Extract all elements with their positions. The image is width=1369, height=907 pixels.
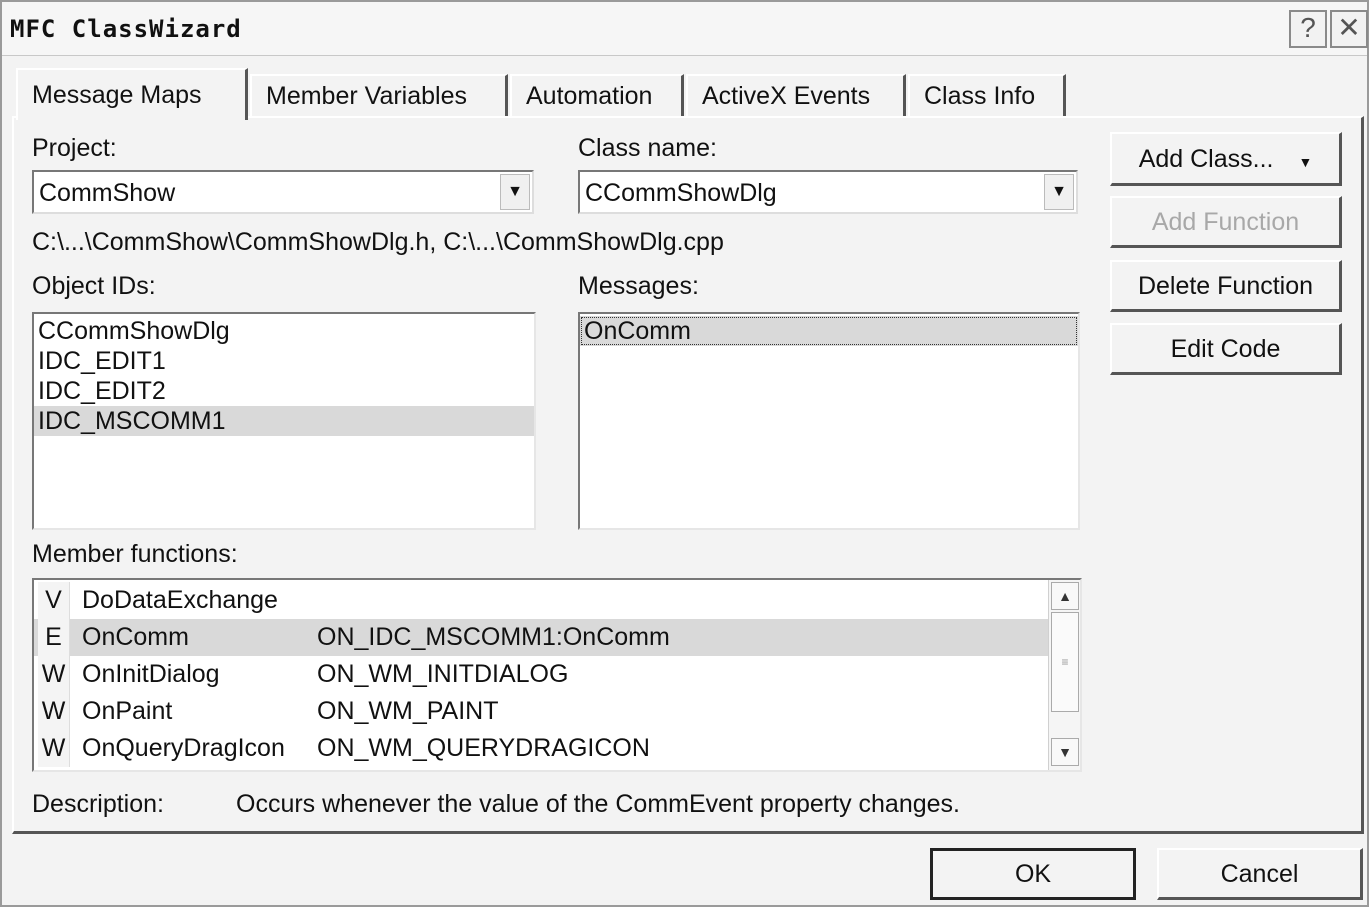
tab-label: Message Maps: [32, 81, 202, 109]
messages-label: Messages:: [578, 272, 699, 300]
table-row-selected[interactable]: E OnComm ON_IDC_MSCOMM1:OnComm: [34, 619, 1048, 656]
add-function-label: Add Function: [1151, 208, 1300, 236]
scroll-thumb[interactable]: ≡: [1051, 612, 1079, 712]
function-type: E: [38, 619, 70, 656]
window-title: MFC ClassWizard: [10, 15, 242, 43]
close-icon: ✕: [1337, 12, 1361, 43]
tab-class-info[interactable]: Class Info: [908, 74, 1066, 118]
dropdown-arrow-icon: ▼: [1298, 154, 1313, 170]
function-type: V: [38, 582, 70, 619]
add-class-label: Add Class...: [1138, 145, 1274, 173]
help-button[interactable]: ?: [1289, 10, 1327, 48]
function-name: OnQueryDragIcon: [82, 734, 285, 762]
tab-label: Class Info: [924, 82, 1036, 110]
table-row[interactable]: V DoDataExchange: [34, 582, 1048, 619]
tab-label: Member Variables: [266, 82, 468, 110]
table-row[interactable]: W OnPaint ON_WM_PAINT: [34, 693, 1048, 730]
add-class-button[interactable]: Add Class... ▼: [1110, 132, 1342, 186]
cancel-button[interactable]: Cancel: [1157, 848, 1363, 900]
function-name: DoDataExchange: [82, 586, 278, 614]
function-map: ON_WM_INITDIALOG: [317, 660, 569, 688]
member-functions-label: Member functions:: [32, 540, 238, 568]
project-label: Project:: [32, 134, 117, 162]
title-bar: MFC ClassWizard ? ✕: [2, 2, 1368, 56]
table-row[interactable]: W OnQueryDragIcon ON_WM_QUERYDRAGICON: [34, 730, 1048, 767]
function-map: ON_IDC_MSCOMM1:OnComm: [317, 623, 670, 651]
list-item-selected[interactable]: IDC_MSCOMM1: [34, 406, 534, 436]
edit-code-button[interactable]: Edit Code: [1110, 323, 1342, 375]
chevron-down-icon[interactable]: ▼: [1044, 174, 1074, 210]
tab-member-variables[interactable]: Member Variables: [250, 74, 508, 118]
description-label: Description:: [32, 790, 164, 818]
description-text: Occurs whenever the value of the CommEve…: [236, 790, 960, 818]
function-map: ON_WM_QUERYDRAGICON: [317, 734, 650, 762]
tab-message-maps[interactable]: Message Maps: [16, 68, 248, 120]
class-name-combo[interactable]: CCommShowDlg ▼: [578, 170, 1078, 214]
function-name: OnInitDialog: [82, 660, 220, 688]
chevron-down-icon[interactable]: ▼: [500, 174, 530, 210]
tab-automation[interactable]: Automation: [510, 74, 684, 118]
list-item[interactable]: CCommShowDlg: [34, 316, 534, 346]
function-name: OnComm: [82, 623, 189, 651]
file-path: C:\...\CommShow\CommShowDlg.h, C:\...\Co…: [32, 228, 724, 256]
function-type: W: [38, 730, 70, 767]
list-item[interactable]: IDC_EDIT2: [34, 376, 534, 406]
table-row[interactable]: W OnInitDialog ON_WM_INITDIALOG: [34, 656, 1048, 693]
cancel-label: Cancel: [1220, 860, 1299, 888]
class-name-value: CCommShowDlg: [585, 179, 777, 207]
ok-label: OK: [1014, 860, 1052, 888]
close-button[interactable]: ✕: [1330, 10, 1368, 48]
chevron-up-icon: ▲: [1058, 588, 1072, 604]
project-value: CommShow: [39, 179, 176, 207]
project-combo[interactable]: CommShow ▼: [32, 170, 534, 214]
question-mark-icon: ?: [1300, 12, 1316, 43]
vertical-scrollbar[interactable]: ▲ ≡ ▼: [1048, 580, 1080, 770]
ok-button[interactable]: OK: [930, 848, 1136, 900]
object-ids-list[interactable]: CCommShowDlg IDC_EDIT1 IDC_EDIT2 IDC_MSC…: [32, 312, 536, 530]
messages-list[interactable]: OnComm: [578, 312, 1080, 530]
tab-activex-events[interactable]: ActiveX Events: [686, 74, 906, 118]
function-type: W: [38, 656, 70, 693]
delete-function-label: Delete Function: [1137, 272, 1314, 300]
function-map: ON_WM_PAINT: [317, 697, 499, 725]
function-type: W: [38, 693, 70, 730]
tab-label: Automation: [526, 82, 653, 110]
classwizard-dialog: MFC ClassWizard ? ✕ Message Maps Member …: [0, 0, 1369, 907]
delete-function-button[interactable]: Delete Function: [1110, 260, 1342, 312]
scroll-down-button[interactable]: ▼: [1051, 738, 1079, 766]
member-functions-list[interactable]: V DoDataExchange E OnComm ON_IDC_MSCOMM1…: [32, 578, 1082, 772]
scroll-up-button[interactable]: ▲: [1051, 582, 1079, 610]
chevron-down-icon: ▼: [1058, 744, 1072, 760]
list-item-selected[interactable]: OnComm: [580, 316, 1078, 346]
class-name-label: Class name:: [578, 134, 717, 162]
tab-label: ActiveX Events: [702, 82, 871, 110]
list-item[interactable]: IDC_EDIT1: [34, 346, 534, 376]
object-ids-label: Object IDs:: [32, 272, 156, 300]
function-name: OnPaint: [82, 697, 173, 725]
edit-code-label: Edit Code: [1170, 335, 1281, 363]
add-function-button[interactable]: Add Function: [1110, 196, 1342, 248]
message-maps-panel: Project: CommShow ▼ Class name: CCommSho…: [12, 116, 1364, 834]
